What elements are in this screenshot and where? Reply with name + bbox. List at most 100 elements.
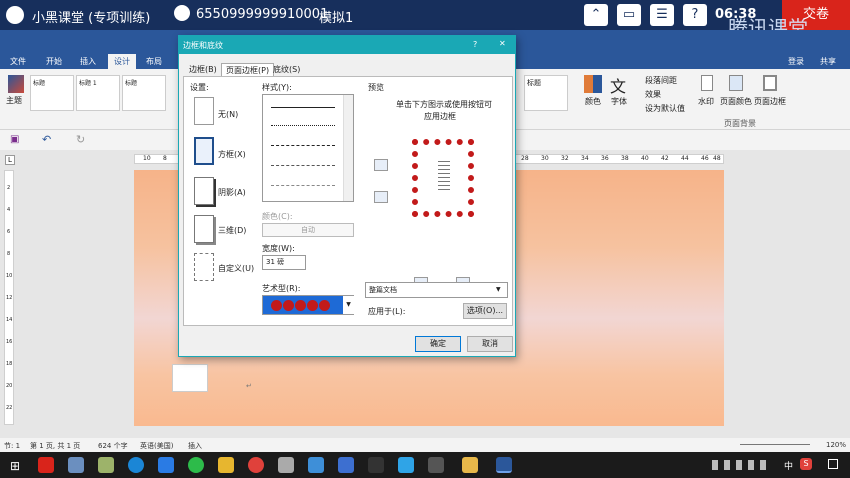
help-icon[interactable]: ? [473,40,477,49]
save-icon[interactable]: ▣ [10,134,19,145]
tab-borders[interactable]: 边框(B) [185,63,221,76]
tab-file[interactable]: 文件 [10,56,26,67]
tab-home[interactable]: 开始 [46,56,62,67]
window-icon[interactable]: ▭ [617,4,641,26]
tab-layout[interactable]: 布局 [146,56,162,67]
apply-select[interactable]: 整篇文档 ▼ [365,282,508,298]
colors-icon[interactable] [584,75,602,93]
edge-icon[interactable] [128,457,144,473]
undo-icon[interactable]: ↶ [42,133,51,146]
zoom-slider[interactable] [740,444,810,445]
collapse-icon[interactable]: ⌃ [584,4,608,26]
setting-3d[interactable]: 三维(D) [218,225,246,236]
tab-shading[interactable]: 底纹(S) [269,63,304,76]
app-icon[interactable] [248,457,264,473]
apply-label: 应用于(L): [368,307,406,316]
login-link[interactable]: 登录 [788,56,804,67]
sogou-icon[interactable]: S [800,458,812,470]
style-dashed-small[interactable] [271,145,335,146]
app-icon[interactable] [38,457,54,473]
page-border-icon[interactable] [763,75,777,91]
close-icon[interactable]: ✕ [499,39,506,48]
app-icon[interactable] [218,457,234,473]
tab-page-border[interactable]: 页面边框(P) [221,63,275,76]
style-gallery-item[interactable]: 标题 [524,75,568,111]
setting-3d-icon[interactable] [194,215,214,243]
app-icon[interactable] [158,457,174,473]
setting-none[interactable]: 无(N) [218,109,238,120]
para-spacing-button[interactable]: 段落间距 [645,75,677,86]
style-dotted[interactable] [271,125,335,126]
windows-start-icon[interactable]: ⊞ [10,459,20,473]
language[interactable]: 英语(美国) [140,441,173,451]
setting-custom[interactable]: 自定义(U) [218,263,254,274]
page-color-label[interactable]: 页面颜色 [720,96,752,107]
word-icon[interactable] [496,457,512,473]
chevron-down-icon[interactable]: ▼ [343,296,354,314]
setting-custom-icon[interactable] [194,253,214,281]
options-button[interactable]: 选项(O)... [463,303,507,319]
preview-bottom-edge-button[interactable] [374,191,388,203]
effects-button[interactable]: 效果 [645,89,661,100]
share-button[interactable]: 共享 [820,56,836,67]
fonts-label[interactable]: 字体 [611,96,627,107]
style-solid[interactable] [271,107,335,108]
app-icon[interactable] [308,457,324,473]
page-preview[interactable] [412,139,474,217]
setting-box[interactable]: 方框(X) [218,149,246,160]
fonts-icon[interactable]: 文 [610,73,626,97]
colors-label[interactable]: 颜色 [585,96,601,107]
chevron-down-icon[interactable]: ▼ [496,283,501,297]
setting-box-icon[interactable] [194,137,214,165]
ime-indicator[interactable]: 中 [784,459,793,472]
style-gallery-item[interactable]: 标题 1 [76,75,120,111]
app-icon[interactable] [98,457,114,473]
style-gallery-item[interactable]: 标题 [30,75,74,111]
app-icon[interactable] [68,457,84,473]
style-dashed[interactable] [271,165,335,166]
app-icon[interactable] [278,457,294,473]
list-icon[interactable]: ☰ [650,4,674,26]
setting-none-icon[interactable] [194,97,214,125]
tray-icons[interactable] [712,460,772,470]
tab-insert[interactable]: 插入 [80,56,96,67]
page-border-label[interactable]: 页面边框 [754,96,786,107]
dialog-titlebar[interactable]: 边框和底纹 ? ✕ [179,36,515,54]
app-icon[interactable] [338,457,354,473]
theme-icon[interactable] [8,75,24,93]
ruler-corner[interactable]: L [5,155,15,165]
table-cell-marker[interactable] [172,364,208,392]
page-color-icon[interactable] [729,75,743,91]
qq-icon[interactable] [368,457,384,473]
width-input[interactable]: 31 磅 [262,255,306,270]
help-icon[interactable]: ? [683,4,707,26]
ruler-tick: 4 [7,207,11,213]
set-default-button[interactable]: 设为默认值 [645,103,685,114]
style-dash-dot[interactable] [271,185,335,186]
ok-button[interactable]: 确定 [415,336,461,352]
cancel-button[interactable]: 取消 [467,336,513,352]
color-select[interactable]: 自动 [262,223,354,237]
page-indicator[interactable]: 第 1 页, 共 1 页 [30,441,80,451]
art-select[interactable]: ▼ [262,295,354,315]
theme-label[interactable]: 主题 [6,95,22,106]
insert-mode[interactable]: 插入 [188,441,202,451]
folder-icon[interactable] [462,457,478,473]
zoom-level[interactable]: 120% [826,441,846,449]
preview-top-edge-button[interactable] [374,159,388,171]
redo-icon[interactable]: ↻ [76,133,85,146]
color-value: 自动 [301,226,315,234]
setting-shadow[interactable]: 阴影(A) [218,187,246,198]
style-gallery-item[interactable]: 标题 [122,75,166,111]
setting-shadow-icon[interactable] [194,177,214,205]
app-icon[interactable] [398,457,414,473]
tab-design[interactable]: 设计 [108,54,136,69]
watermark-label[interactable]: 水印 [698,96,714,107]
word-count[interactable]: 624 个字 [98,441,128,451]
wechat-icon[interactable] [188,457,204,473]
watermark-icon[interactable] [701,75,713,91]
notification-icon[interactable] [828,459,838,469]
border-style-list[interactable] [262,94,354,202]
app-icon[interactable] [428,457,444,473]
style-scrollbar[interactable] [343,95,353,201]
